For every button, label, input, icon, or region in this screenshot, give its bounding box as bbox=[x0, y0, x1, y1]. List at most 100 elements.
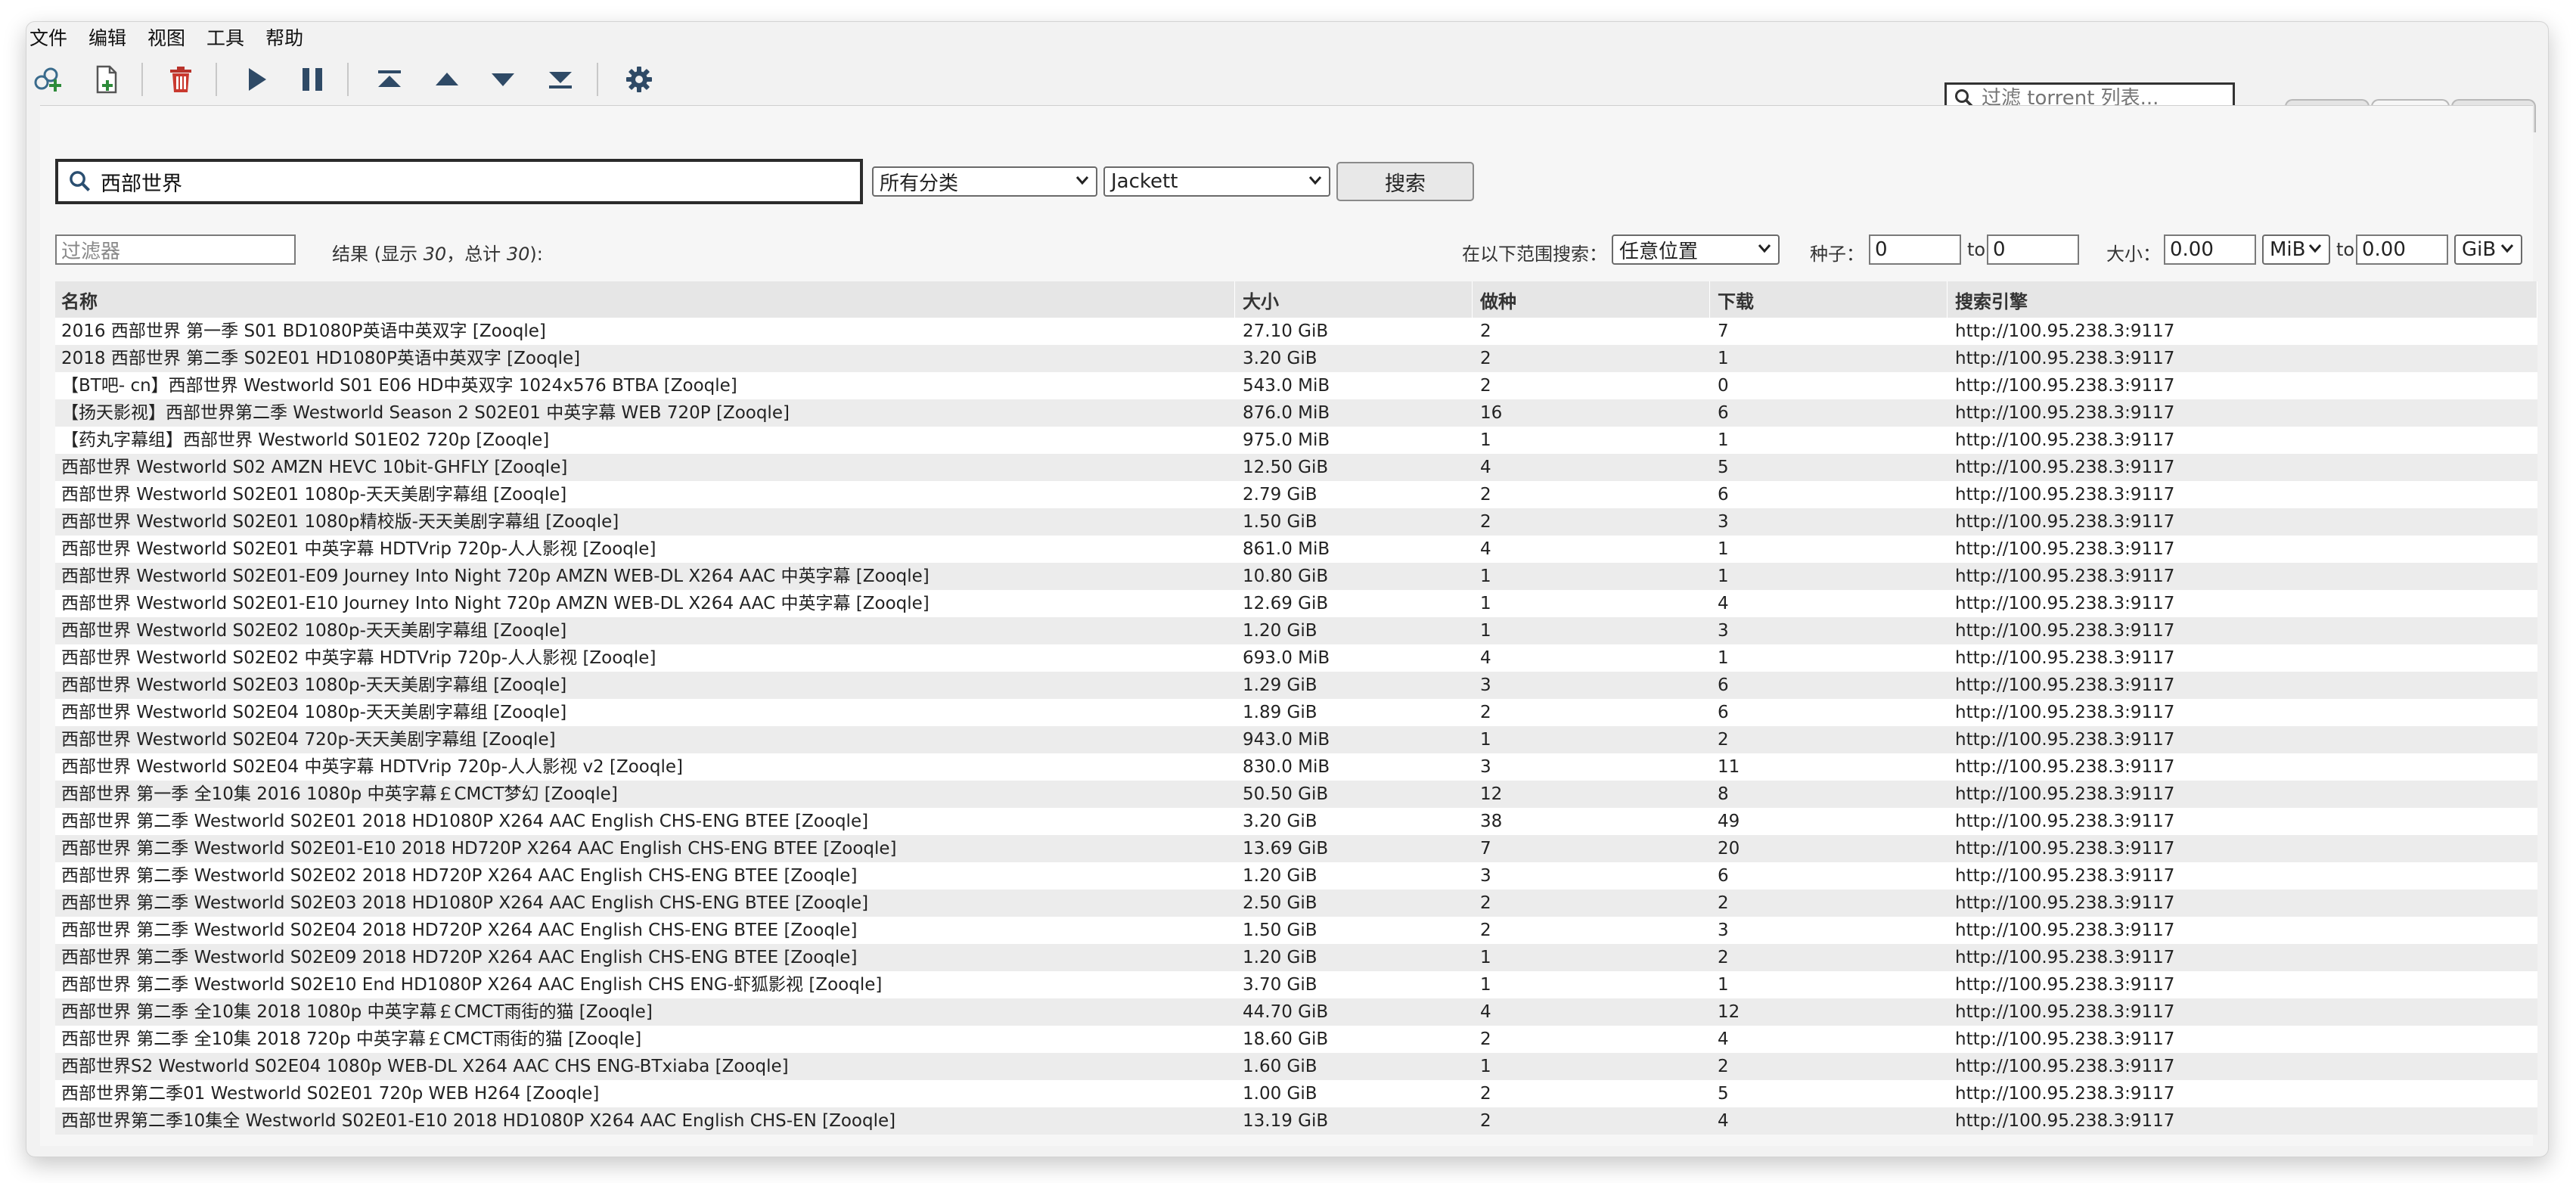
table-row[interactable]: 西部世界S2 Westworld S02E04 1080p WEB-DL X26… bbox=[55, 1053, 2537, 1080]
table-row[interactable]: 西部世界 第二季 Westworld S02E04 2018 HD720P X2… bbox=[55, 917, 2537, 944]
menu-file[interactable]: 文件 bbox=[28, 23, 87, 51]
result-name: 西部世界 第二季 Westworld S02E04 2018 HD720P X2… bbox=[61, 921, 858, 940]
seeds-min-input[interactable]: 0 bbox=[1869, 234, 1961, 265]
search-in-select[interactable]: 任意位置 bbox=[1612, 234, 1780, 265]
search-query-field[interactable]: 西部世界 bbox=[55, 159, 863, 204]
result-leechers: 4 bbox=[1718, 1111, 1729, 1131]
result-name: 西部世界 Westworld S02E04 1080p-天天美剧字幕组 [Zoo… bbox=[61, 703, 567, 722]
result-engine: http://100.95.238.3:9117 bbox=[1955, 921, 2175, 940]
table-row[interactable]: 西部世界 Westworld S02E01-E10 Journey Into N… bbox=[55, 590, 2537, 617]
plugin-value: Jackett bbox=[1111, 170, 1178, 193]
table-row[interactable]: 西部世界 Westworld S02 AMZN HEVC 10bit-GHFLY… bbox=[55, 454, 2537, 481]
result-size: 830.0 MiB bbox=[1243, 757, 1330, 777]
table-row[interactable]: 西部世界 Westworld S02E02 1080p-天天美剧字幕组 [Zoo… bbox=[55, 617, 2537, 644]
table-row[interactable]: 西部世界 Westworld S02E04 中英字幕 HDTVrip 720p-… bbox=[55, 753, 2537, 781]
menu-tools[interactable]: 工具 bbox=[205, 23, 264, 51]
add-link-icon bbox=[34, 67, 61, 92]
table-row[interactable]: 【扬天影视】西部世界第二季 Westworld Season 2 S02E01 … bbox=[55, 399, 2537, 427]
result-size: 2.79 GiB bbox=[1243, 485, 1317, 505]
category-select[interactable]: 所有分类 bbox=[872, 166, 1097, 197]
table-row[interactable]: 西部世界第二季10集全 Westworld S02E01-E10 2018 HD… bbox=[55, 1107, 2537, 1135]
result-name: 西部世界 Westworld S02E01 1080p精校版-天天美剧字幕组 [… bbox=[61, 512, 619, 532]
results-table-header: 名称 大小 做种 下载 搜索引擎 bbox=[55, 281, 2537, 318]
menu-help[interactable]: 帮助 bbox=[264, 23, 323, 51]
table-row[interactable]: 西部世界 第二季 Westworld S02E01 2018 HD1080P X… bbox=[55, 808, 2537, 835]
column-header-size[interactable]: 大小 bbox=[1237, 281, 1473, 318]
chevron-down-icon bbox=[2500, 244, 2514, 253]
result-leechers: 6 bbox=[1718, 675, 1729, 695]
move-down-button[interactable] bbox=[483, 60, 523, 99]
table-row[interactable]: 西部世界 Westworld S02E03 1080p-天天美剧字幕组 [Zoo… bbox=[55, 672, 2537, 699]
move-bottom-button[interactable] bbox=[541, 60, 580, 99]
result-seeds: 2 bbox=[1480, 485, 1491, 505]
table-row[interactable]: 西部世界 Westworld S02E01 1080p精校版-天天美剧字幕组 [… bbox=[55, 508, 2537, 536]
result-size: 12.69 GiB bbox=[1243, 594, 1329, 613]
table-row[interactable]: 西部世界第二季01 Westworld S02E01 720p WEB H264… bbox=[55, 1080, 2537, 1107]
result-seeds: 2 bbox=[1480, 893, 1491, 913]
result-seeds: 2 bbox=[1480, 512, 1491, 532]
plugin-select[interactable]: Jackett bbox=[1103, 166, 1330, 197]
search-query-text[interactable]: 西部世界 bbox=[101, 167, 182, 197]
menu-view[interactable]: 视图 bbox=[146, 23, 205, 51]
menu-edit[interactable]: 编辑 bbox=[87, 23, 146, 51]
table-row[interactable]: 西部世界 Westworld S02E04 720p-天天美剧字幕组 [Zooq… bbox=[55, 726, 2537, 753]
result-leechers: 6 bbox=[1718, 866, 1729, 886]
result-leechers: 5 bbox=[1718, 1084, 1729, 1104]
size-max-input[interactable]: 0.00 bbox=[2356, 234, 2448, 265]
table-row[interactable]: 西部世界 第二季 Westworld S02E02 2018 HD720P X2… bbox=[55, 862, 2537, 890]
result-seeds: 1 bbox=[1480, 975, 1491, 995]
size-min-unit-select[interactable]: MiB bbox=[2262, 234, 2330, 265]
table-row[interactable]: 西部世界 第二季 全10集 2018 720p 中英字幕￡CMCT雨街的猫 [Z… bbox=[55, 1026, 2537, 1053]
column-header-leechers[interactable]: 下载 bbox=[1712, 281, 1948, 318]
result-name: 西部世界第二季10集全 Westworld S02E01-E10 2018 HD… bbox=[61, 1111, 896, 1131]
result-seeds: 4 bbox=[1480, 458, 1491, 477]
table-row[interactable]: 2016 西部世界 第一季 S01 BD1080P英语中英双字 [Zooqle]… bbox=[55, 318, 2537, 345]
result-size: 1.20 GiB bbox=[1243, 948, 1317, 967]
move-top-button[interactable] bbox=[370, 60, 409, 99]
result-seeds: 1 bbox=[1480, 1057, 1491, 1076]
seeds-max-input[interactable]: 0 bbox=[1987, 234, 2079, 265]
column-header-seeds[interactable]: 做种 bbox=[1474, 281, 1710, 318]
table-row[interactable]: 西部世界 第二季 Westworld S02E03 2018 HD1080P X… bbox=[55, 890, 2537, 917]
result-engine: http://100.95.238.3:9117 bbox=[1955, 1084, 2175, 1104]
pause-button[interactable] bbox=[293, 60, 332, 99]
result-name: 西部世界 Westworld S02E01-E10 Journey Into N… bbox=[61, 594, 930, 613]
size-max-unit-select[interactable]: GiB bbox=[2454, 234, 2522, 265]
table-row[interactable]: 西部世界 Westworld S02E01-E09 Journey Into N… bbox=[55, 563, 2537, 590]
table-row[interactable]: 西部世界 第一季 全10集 2016 1080p 中英字幕￡CMCT梦幻 [Zo… bbox=[55, 781, 2537, 808]
add-link-button[interactable] bbox=[28, 60, 67, 99]
result-engine: http://100.95.238.3:9117 bbox=[1955, 675, 2175, 695]
column-header-name[interactable]: 名称 bbox=[55, 281, 1235, 318]
column-header-engine[interactable]: 搜索引擎 bbox=[1949, 281, 2537, 318]
result-name: 【药丸字幕组】西部世界 Westworld S01E02 720p [Zooql… bbox=[61, 430, 550, 450]
delete-button[interactable] bbox=[161, 60, 200, 99]
result-seeds: 1 bbox=[1480, 730, 1491, 750]
resume-icon bbox=[249, 68, 266, 91]
table-row[interactable]: 西部世界 第二季 全10集 2018 1080p 中英字幕￡CMCT雨街的猫 [… bbox=[55, 998, 2537, 1026]
size-min-input[interactable]: 0.00 bbox=[2164, 234, 2256, 265]
table-row[interactable]: 西部世界 Westworld S02E01 中英字幕 HDTVrip 720p-… bbox=[55, 536, 2537, 563]
result-size: 876.0 MiB bbox=[1243, 403, 1330, 423]
result-size: 2.50 GiB bbox=[1243, 893, 1317, 913]
table-row[interactable]: 西部世界 Westworld S02E02 中英字幕 HDTVrip 720p-… bbox=[55, 644, 2537, 672]
result-leechers: 1 bbox=[1718, 975, 1729, 995]
table-row[interactable]: 【药丸字幕组】西部世界 Westworld S01E02 720p [Zooql… bbox=[55, 427, 2537, 454]
result-seeds: 4 bbox=[1480, 1002, 1491, 1022]
result-seeds: 3 bbox=[1480, 757, 1491, 777]
table-row[interactable]: 【BT吧- cn】西部世界 Westworld S01 E06 HD中英双字 1… bbox=[55, 372, 2537, 399]
settings-button[interactable] bbox=[619, 60, 659, 99]
result-name: 西部世界 第二季 Westworld S02E03 2018 HD1080P X… bbox=[61, 893, 869, 913]
search-button[interactable]: 搜索 bbox=[1336, 162, 1474, 201]
table-row[interactable]: 西部世界 Westworld S02E01 1080p-天天美剧字幕组 [Zoo… bbox=[55, 481, 2537, 508]
resume-button[interactable] bbox=[237, 60, 276, 99]
table-row[interactable]: 2018 西部世界 第二季 S02E01 HD1080P英语中英双字 [Zooq… bbox=[55, 345, 2537, 372]
add-file-button[interactable] bbox=[87, 60, 126, 99]
result-leechers: 0 bbox=[1718, 376, 1729, 396]
table-row[interactable]: 西部世界 第二季 Westworld S02E10 End HD1080P X2… bbox=[55, 971, 2537, 998]
table-row[interactable]: 西部世界 第二季 Westworld S02E01-E10 2018 HD720… bbox=[55, 835, 2537, 862]
result-seeds: 2 bbox=[1480, 1084, 1491, 1104]
move-up-button[interactable] bbox=[427, 60, 467, 99]
table-row[interactable]: 西部世界 Westworld S02E04 1080p-天天美剧字幕组 [Zoo… bbox=[55, 699, 2537, 726]
table-row[interactable]: 西部世界 第二季 Westworld S02E09 2018 HD720P X2… bbox=[55, 944, 2537, 971]
results-filter-input[interactable]: 过滤器 bbox=[55, 234, 296, 265]
